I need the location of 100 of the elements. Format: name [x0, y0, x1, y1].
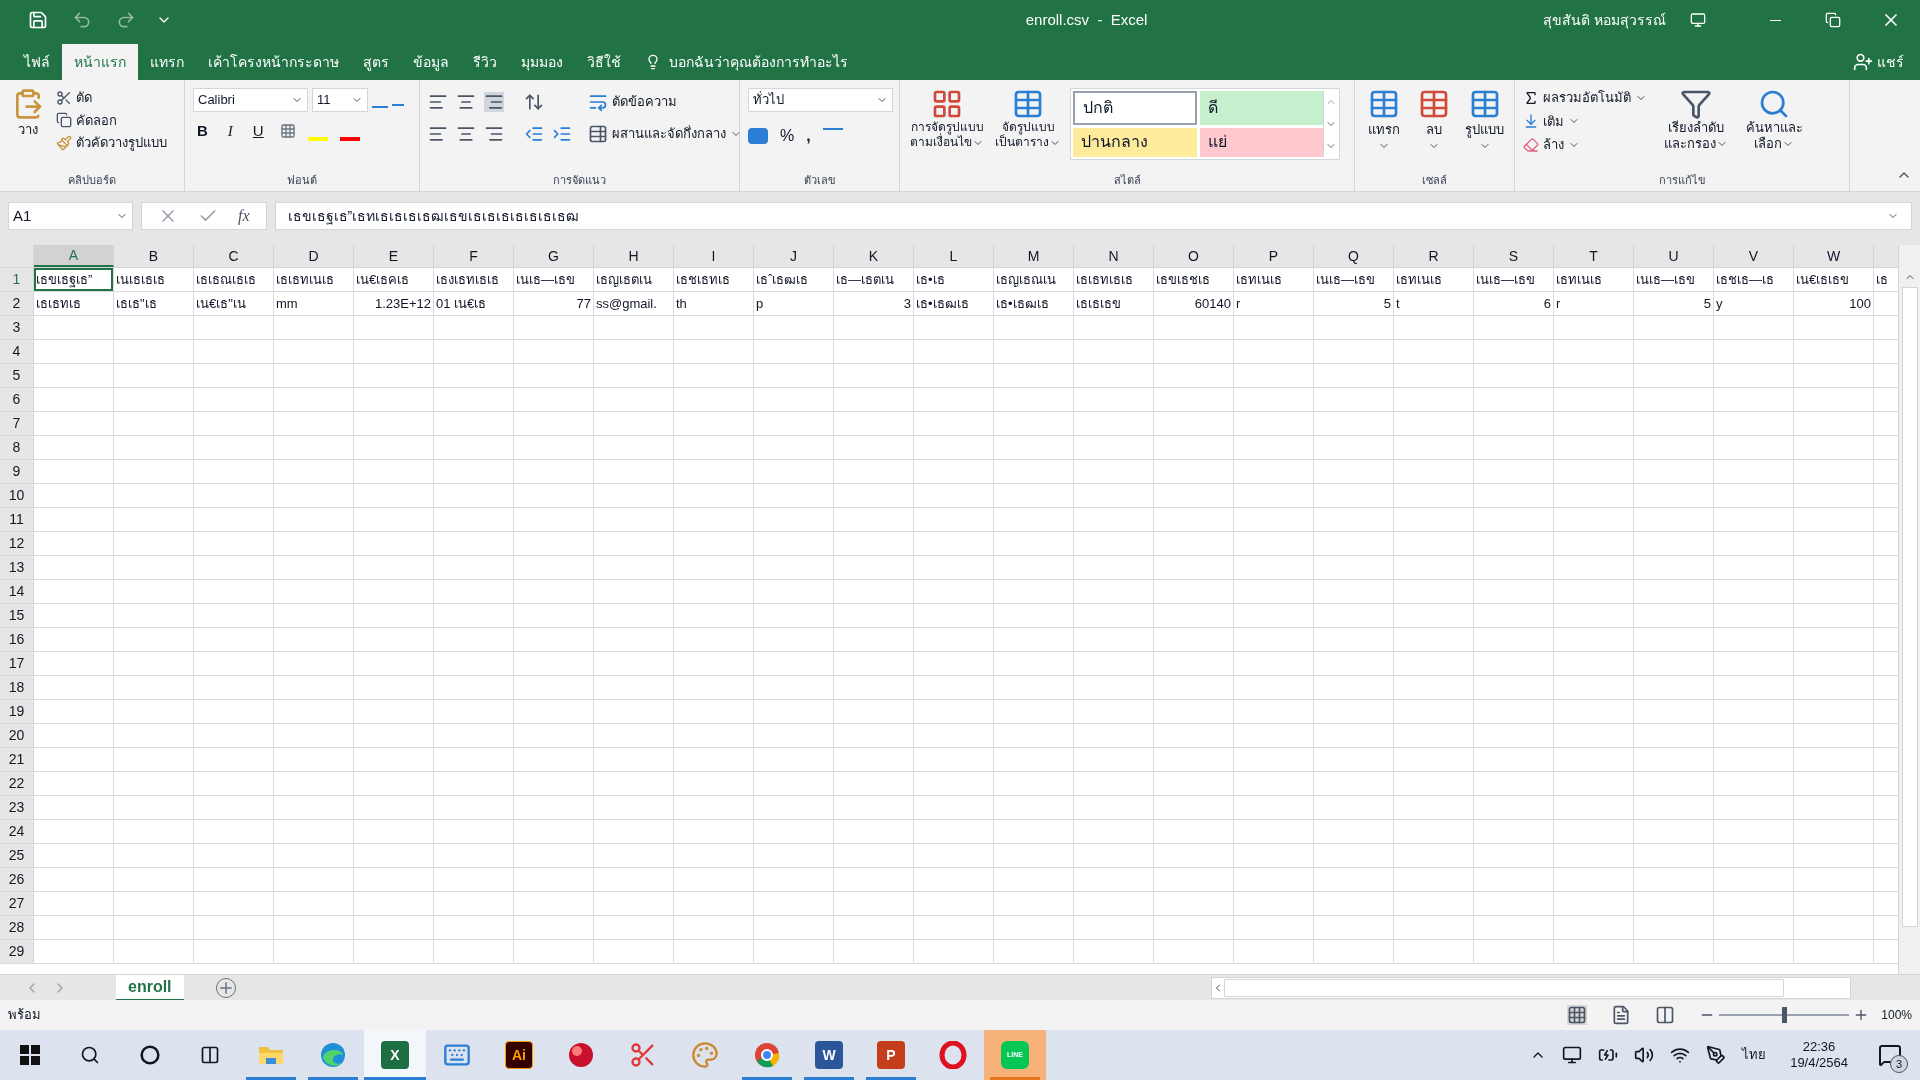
column-header[interactable]: D: [274, 245, 354, 267]
column-header[interactable]: N: [1074, 245, 1154, 267]
cell-style-swatch[interactable]: ปกติ: [1073, 91, 1197, 125]
row-header[interactable]: 9: [0, 460, 34, 483]
row-header[interactable]: 16: [0, 628, 34, 651]
row-header[interactable]: 29: [0, 940, 34, 963]
column-header[interactable]: Q: [1314, 245, 1394, 267]
row-header[interactable]: 3: [0, 316, 34, 339]
row-header[interactable]: 26: [0, 868, 34, 891]
row-header[interactable]: 5: [0, 364, 34, 387]
row-header[interactable]: 23: [0, 796, 34, 819]
ribbon-tab[interactable]: วิธีใช้: [575, 44, 633, 80]
zoom-slider-thumb[interactable]: [1781, 1007, 1787, 1023]
ribbon-tab[interactable]: เค้าโครงหน้ากระดาษ: [196, 44, 351, 80]
decrease-indent-icon[interactable]: [524, 124, 544, 144]
insert-function-button[interactable]: fx: [238, 204, 250, 228]
ribbon-tab[interactable]: สูตร: [351, 44, 401, 80]
row-header[interactable]: 6: [0, 388, 34, 411]
row-header[interactable]: 4: [0, 340, 34, 363]
merge-center-button[interactable]: ผสานและจัดกึ่งกลาง: [588, 124, 742, 144]
sheet-tab[interactable]: enroll: [116, 974, 184, 1001]
page-layout-icon[interactable]: [1611, 1005, 1632, 1025]
ribbon-tab[interactable]: มุมมอง: [509, 44, 575, 80]
orientation-icon[interactable]: [524, 92, 544, 112]
row-header[interactable]: 13: [0, 556, 34, 579]
cell-style-swatch[interactable]: ดี: [1199, 91, 1323, 125]
row-header[interactable]: 27: [0, 892, 34, 915]
row-header[interactable]: 18: [0, 676, 34, 699]
row-header[interactable]: 11: [0, 508, 34, 531]
row-header[interactable]: 21: [0, 748, 34, 771]
horizontal-scroll-thumb[interactable]: [1223, 978, 1784, 997]
column-header[interactable]: L: [914, 245, 994, 267]
column-header[interactable]: K: [834, 245, 914, 267]
row-header[interactable]: 12: [0, 532, 34, 555]
column-header[interactable]: F: [434, 245, 514, 267]
zoom-level[interactable]: 100%: [1881, 1006, 1912, 1024]
row-header[interactable]: 1: [0, 268, 34, 291]
cell-style-swatch[interactable]: แย่: [1199, 127, 1323, 157]
column-header[interactable]: O: [1154, 245, 1234, 267]
page-break-icon[interactable]: [1655, 1005, 1676, 1025]
font-name-field[interactable]: Calibri: [193, 88, 308, 112]
column-header[interactable]: V: [1714, 245, 1794, 267]
windows-logo-icon[interactable]: [20, 1045, 40, 1065]
percent-button[interactable]: %: [780, 124, 795, 148]
align-bottom-icon[interactable]: [484, 92, 504, 112]
copy-button[interactable]: คัดลอก: [56, 110, 167, 130]
format-painter-button[interactable]: ตัวคัดวางรูปแบบ: [56, 133, 167, 153]
column-header[interactable]: M: [994, 245, 1074, 267]
row-header[interactable]: 14: [0, 580, 34, 603]
increase-indent-icon[interactable]: [552, 124, 572, 144]
task-view-icon[interactable]: [200, 1045, 220, 1065]
taskbar-app-button[interactable]: W: [798, 1030, 860, 1080]
ribbon-tab[interactable]: หน้าแรก: [62, 44, 138, 80]
volume-icon[interactable]: [1634, 1045, 1655, 1065]
align-middle-icon[interactable]: [456, 92, 476, 112]
clear-button[interactable]: ล้าง: [1523, 135, 1653, 155]
ribbon-tab[interactable]: แทรก: [138, 44, 196, 80]
taskbar-app-button[interactable]: Ai: [488, 1030, 550, 1080]
delete-cells-button[interactable]: ลบ: [1413, 88, 1456, 169]
comma-button[interactable]: ,: [806, 124, 811, 148]
wifi-icon[interactable]: [1670, 1045, 1691, 1065]
row-header[interactable]: 17: [0, 652, 34, 675]
column-header[interactable]: A: [34, 245, 114, 267]
ribbon-display-icon[interactable]: [1690, 12, 1706, 28]
column-header[interactable]: H: [594, 245, 674, 267]
row-header[interactable]: 28: [0, 916, 34, 939]
number-format-field[interactable]: ทั่วไป: [748, 88, 893, 112]
row-header[interactable]: 24: [0, 820, 34, 843]
notifications-icon[interactable]: [1878, 1043, 1902, 1067]
row-header[interactable]: 8: [0, 436, 34, 459]
format-table-button[interactable]: จัดรูปแบบ เป็นตาราง: [994, 88, 1062, 169]
fill-button[interactable]: เติม: [1523, 111, 1653, 131]
column-header[interactable]: C: [194, 245, 274, 267]
row-header[interactable]: 20: [0, 724, 34, 747]
column-header[interactable]: I: [674, 245, 754, 267]
align-left-icon[interactable]: [428, 124, 448, 144]
tell-me-field[interactable]: บอกฉันว่าคุณต้องการทำอะไร: [633, 44, 860, 80]
align-right-icon[interactable]: [484, 124, 504, 144]
underline-button[interactable]: U: [248, 120, 268, 143]
clock[interactable]: 22:36 19/4/2564: [1782, 1038, 1856, 1072]
font-size-field[interactable]: 11: [312, 88, 368, 112]
format-cells-button[interactable]: รูปแบบ: [1463, 88, 1506, 169]
autosum-button[interactable]: ผลรวมอัตโนมัติ: [1523, 88, 1653, 108]
cut-button[interactable]: ตัด: [56, 88, 167, 108]
language-indicator[interactable]: ไทย: [1742, 1045, 1767, 1065]
column-header[interactable]: T: [1554, 245, 1634, 267]
formula-field[interactable]: เธขเธฐเธ”เธทเธเธเธเธฒเธขเธเธเธเธเธเธเธฒ: [274, 202, 1912, 230]
device-icon[interactable]: [1562, 1045, 1583, 1065]
name-box[interactable]: A1: [8, 202, 133, 230]
column-header[interactable]: G: [514, 245, 594, 267]
column-header[interactable]: J: [754, 245, 834, 267]
bold-button[interactable]: B: [193, 120, 212, 143]
align-top-icon[interactable]: [428, 92, 448, 112]
search-icon[interactable]: [80, 1045, 100, 1065]
ribbon-tab[interactable]: ข้อมูล: [401, 44, 461, 80]
cell-style-swatch[interactable]: ปานกลาง: [1073, 127, 1197, 157]
column-header[interactable]: P: [1234, 245, 1314, 267]
column-header[interactable]: W: [1794, 245, 1874, 267]
normal-view-icon[interactable]: [1567, 1005, 1588, 1025]
borders-icon[interactable]: [279, 123, 296, 140]
